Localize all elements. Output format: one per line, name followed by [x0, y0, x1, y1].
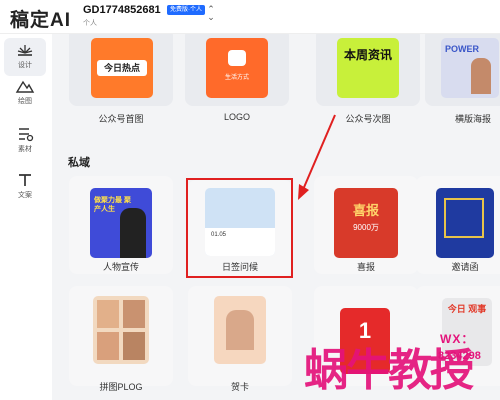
draw-icon	[15, 80, 35, 93]
template-card-greeting-card[interactable]	[188, 286, 292, 386]
design-icon	[17, 45, 33, 56]
highlight-box	[186, 178, 293, 278]
app-header: 稿定AI GD1774852681 免费版·个人 个人 ⌃ ⌄	[0, 0, 500, 34]
thumbnail-text: POWER	[445, 44, 480, 54]
thumbnail-text: 本周资讯	[343, 48, 392, 62]
sidebar-item-label: 绘图	[18, 98, 32, 105]
template-thumbnail: 做聚力最 聚产人生	[90, 188, 152, 258]
sidebar-item-draw[interactable]: 绘图	[4, 74, 46, 112]
person-figure	[120, 208, 146, 258]
template-label[interactable]: 公众号首图	[66, 112, 176, 125]
sidebar-item-text[interactable]: 文案	[4, 168, 46, 206]
thumbnail-subtext: 9000万	[353, 223, 379, 232]
template-card-wechat-secondary[interactable]: 本周资讯	[316, 34, 420, 106]
account-type: 个人	[83, 20, 97, 27]
material-icon	[19, 128, 34, 142]
template-label[interactable]: LOGO	[182, 112, 292, 122]
thumbnail-text: 今日 观事	[447, 304, 487, 314]
template-thumbnail: POWER	[441, 38, 499, 98]
template-label[interactable]: 贺卡	[185, 380, 295, 393]
template-label[interactable]: 拼图PLOG	[66, 380, 176, 393]
annotation-arrow-icon	[298, 114, 336, 200]
thumbnail-text: 生活方式	[224, 75, 249, 81]
template-thumbnail: 本周资讯	[337, 38, 399, 98]
template-label[interactable]: 人物宣传	[66, 260, 176, 273]
text-icon	[19, 174, 31, 186]
template-thumbnail	[214, 296, 266, 364]
sidebar-item-label: 文案	[18, 192, 32, 199]
sidebar: 设计 绘图 素材 文案	[0, 34, 50, 400]
app-logo[interactable]: 稿定AI	[10, 5, 71, 32]
template-card-puzzle-plog[interactable]	[69, 286, 173, 386]
thumbnail-text: 今日热点	[97, 60, 147, 76]
template-card-wechat-cover[interactable]: 今日热点	[69, 34, 173, 106]
cat-icon	[228, 50, 246, 66]
sidebar-item-label: 设计	[18, 62, 32, 69]
template-thumbnail	[93, 296, 149, 364]
sidebar-item-material[interactable]: 素材	[4, 122, 46, 160]
template-card-horizontal-poster[interactable]: POWER	[425, 34, 500, 106]
account-id[interactable]: GD1774852681	[83, 4, 161, 16]
watermark-brand: 蜗牛教授	[304, 346, 474, 395]
account-plan-badge: 免费版·个人	[167, 5, 205, 15]
template-label[interactable]: 邀请函	[410, 260, 500, 273]
section-title-private: 私域	[68, 157, 90, 169]
template-label[interactable]: 横版海报	[418, 112, 500, 125]
sidebar-item-design[interactable]: 设计	[4, 38, 46, 76]
sidebar-item-label: 素材	[18, 146, 32, 153]
template-thumbnail: 今日热点	[91, 38, 153, 98]
template-thumbnail: 生活方式	[206, 38, 268, 98]
template-label[interactable]: 喜报	[311, 260, 421, 273]
template-card-logo[interactable]: 生活方式	[185, 34, 289, 106]
person-figure	[471, 58, 491, 94]
account-switch-icon[interactable]: ⌃ ⌄	[205, 5, 217, 23]
template-thumbnail	[436, 188, 494, 258]
